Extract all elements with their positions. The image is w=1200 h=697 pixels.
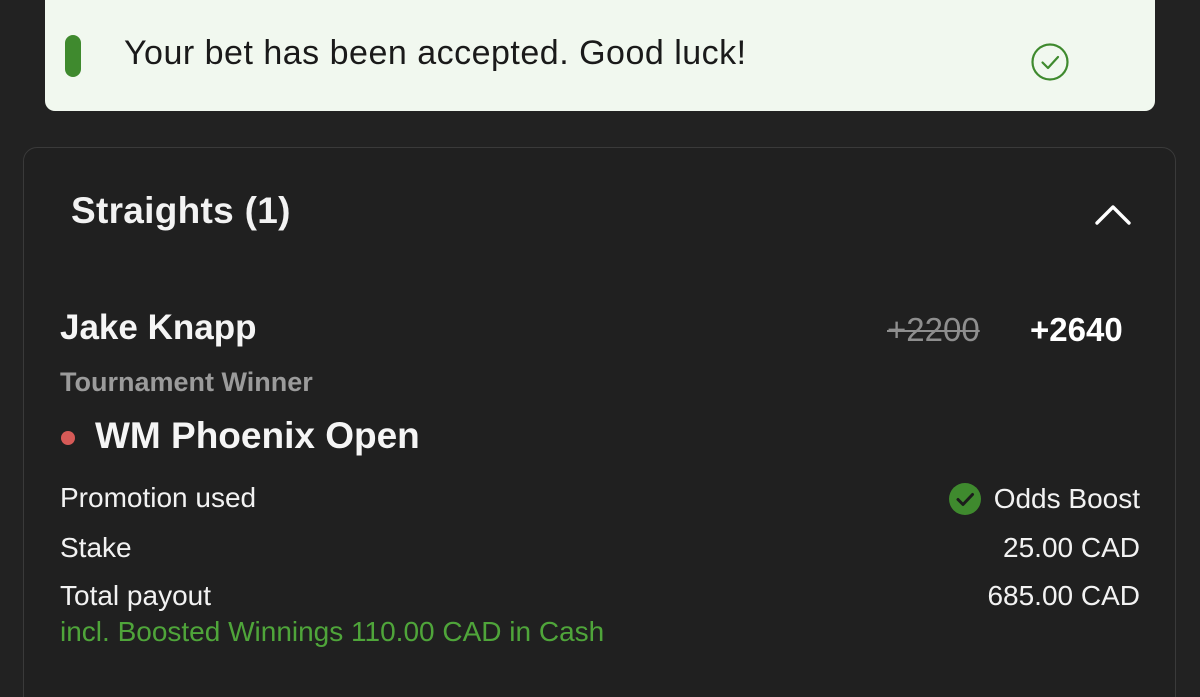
toast-message: Your bet has been accepted. Good luck!: [124, 34, 747, 72]
boosted-odds: +2640: [1030, 311, 1123, 348]
bet-accepted-toast: Your bet has been accepted. Good luck!: [45, 0, 1155, 111]
market-name: Tournament Winner: [60, 367, 313, 397]
original-odds: +2200: [887, 311, 980, 348]
payout-value: 685.00 CAD: [987, 580, 1140, 611]
toast-accent-bar: [65, 35, 81, 77]
promotion-value-group: Odds Boost: [948, 482, 1140, 516]
stake-value: 25.00 CAD: [1003, 532, 1140, 563]
bet-confirmation-page: Your bet has been accepted. Good luck! S…: [0, 0, 1200, 697]
event-status-dot: [61, 431, 75, 445]
collapse-section-button[interactable]: [1087, 188, 1139, 240]
event-name: WM Phoenix Open: [95, 415, 420, 456]
section-title: Straights (1): [71, 190, 291, 231]
chevron-up-icon: [1095, 205, 1131, 225]
check-filled-icon: [948, 483, 981, 515]
boosted-winnings-note: incl. Boosted Winnings 110.00 CAD in Cas…: [60, 616, 605, 647]
payout-label: Total payout: [60, 580, 211, 611]
selection-name: Jake Knapp: [60, 308, 257, 347]
stake-label: Stake: [60, 532, 132, 563]
straights-bet-card: Straights (1) Jake Knapp +2200 +2640 Tou…: [23, 147, 1176, 697]
promotion-label: Promotion used: [60, 482, 257, 513]
check-circle-icon: [1031, 43, 1069, 81]
promotion-value: Odds Boost: [993, 483, 1140, 514]
